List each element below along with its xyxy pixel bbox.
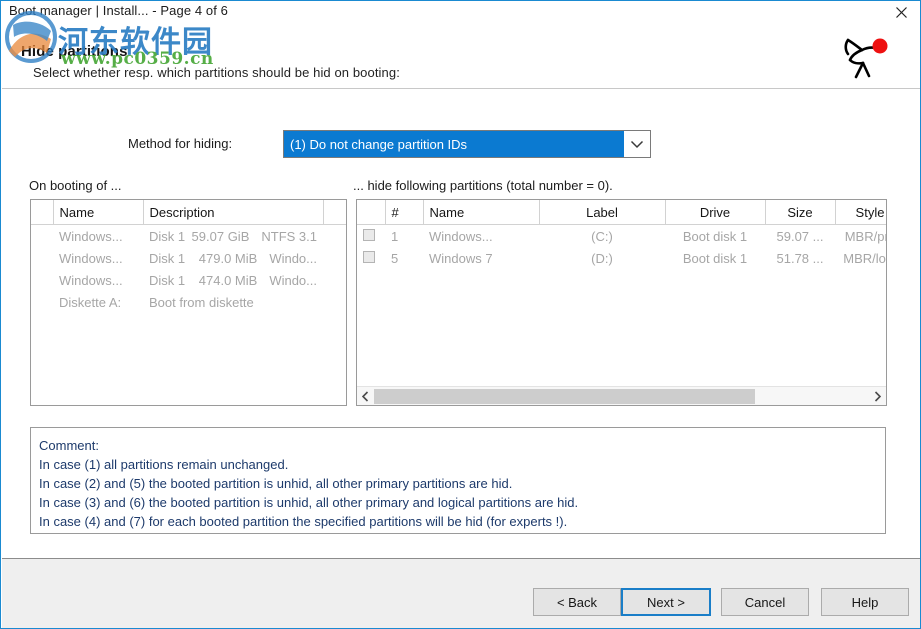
table-row[interactable]: Windows... Disk 1 479.0 MiB Windo... xyxy=(31,247,346,269)
comment-box: Comment: In case (1) all partitions rema… xyxy=(30,427,886,534)
footer-bar: < Back Next > Cancel Help xyxy=(2,558,920,628)
boot-source-table: Name Description Windows... Disk 1 59.07… xyxy=(31,200,346,313)
stick-figure-with-red-ball-logo xyxy=(836,29,892,83)
cell-size: 51.78 ... xyxy=(776,250,824,266)
column-header-description[interactable]: Description xyxy=(143,200,324,225)
right-panel-caption: ... hide following partitions (total num… xyxy=(353,178,613,193)
boot-source-list[interactable]: Name Description Windows... Disk 1 59.07… xyxy=(30,199,347,406)
cell-name: Diskette A: xyxy=(59,294,122,310)
row-checkbox-cell[interactable] xyxy=(357,247,385,269)
scrollbar-track[interactable] xyxy=(374,388,869,405)
cell-number: 5 xyxy=(391,250,399,266)
comment-line: In case (1) all partitions remain unchan… xyxy=(39,457,289,472)
cell-description: Disk 1 474.0 MiB Windo... xyxy=(143,269,323,291)
scrollbar-thumb[interactable] xyxy=(374,388,756,404)
column-header-gutter[interactable] xyxy=(31,200,54,225)
cancel-button[interactable]: Cancel xyxy=(721,588,809,616)
title-bar: Boot manager | Install... - Page 4 of 6 xyxy=(1,1,920,23)
cell-name: Windows 7 xyxy=(429,250,493,266)
table-row[interactable]: 5 Windows 7 (D:) Boot disk 1 51.78 ... M… xyxy=(357,247,886,269)
table-header-row: # Name Label Drive Size Style Partition … xyxy=(357,200,886,225)
window-title: Boot manager | Install... - Page 4 of 6 xyxy=(9,3,229,18)
cell-description: Disk 1 59.07 GiB NTFS 3.1 xyxy=(143,225,323,248)
column-header-drive[interactable]: Drive xyxy=(665,200,766,225)
cell-disk: Boot from diskette xyxy=(149,294,254,310)
table-header-row: Name Description xyxy=(31,200,346,225)
column-header-number[interactable]: # xyxy=(385,200,424,225)
comment-line: In case (2) and (5) the booted partition… xyxy=(39,476,513,491)
cell-disk: Disk 1 xyxy=(149,250,186,266)
cell-filesystem: Windo... xyxy=(269,272,317,288)
column-header-name[interactable]: Name xyxy=(423,200,540,225)
close-button[interactable] xyxy=(882,1,920,23)
row-checkbox[interactable] xyxy=(363,250,375,263)
table-row[interactable]: 1 Windows... (C:) Boot disk 1 59.07 ... … xyxy=(357,225,886,248)
row-checkbox-cell[interactable] xyxy=(357,225,385,248)
cell-size: 474.0 MiB xyxy=(198,272,258,288)
close-icon xyxy=(895,6,908,19)
table-row[interactable]: Windows... Disk 1 474.0 MiB Windo... xyxy=(31,269,346,291)
table-row[interactable]: Windows... Disk 1 59.07 GiB NTFS 3.1 xyxy=(31,225,346,248)
back-button[interactable]: < Back xyxy=(533,588,621,616)
left-panel-caption: On booting of ... xyxy=(29,178,122,193)
table-row[interactable]: Diskette A: Boot from diskette xyxy=(31,291,346,313)
cell-description: Boot from diskette xyxy=(143,291,323,313)
cell-name: Windows... xyxy=(59,250,123,266)
row-checkbox[interactable] xyxy=(363,228,375,241)
column-header-checkbox[interactable] xyxy=(357,200,386,225)
method-label: Method for hiding: xyxy=(128,136,233,151)
header-band: Hide partitions Select whether resp. whi… xyxy=(2,23,920,89)
page-title: Hide partitions xyxy=(21,43,128,60)
cell-disk: Disk 1 xyxy=(149,228,186,244)
cell-description: Disk 1 479.0 MiB Windo... xyxy=(143,247,323,269)
cell-name: Windows... xyxy=(59,272,123,288)
cell-number: 1 xyxy=(391,228,399,244)
cell-style: MBR/pri. xyxy=(844,228,886,244)
help-button[interactable]: Help xyxy=(821,588,909,616)
method-selected-value: (1) Do not change partition IDs xyxy=(284,131,624,157)
cell-disk: Disk 1 xyxy=(149,272,186,288)
column-header-size[interactable]: Size xyxy=(765,200,836,225)
comment-heading: Comment: xyxy=(39,438,99,453)
horizontal-scrollbar[interactable] xyxy=(357,386,886,405)
cell-style: MBR/log. xyxy=(843,250,886,266)
next-button[interactable]: Next > xyxy=(621,588,711,616)
red-ball-icon xyxy=(872,38,888,54)
cell-filesystem: NTFS 3.1 xyxy=(261,228,317,244)
hide-partitions-table: # Name Label Drive Size Style Partition … xyxy=(357,200,886,270)
cell-drive: Boot disk 1 xyxy=(682,250,748,266)
cell-label: (D:) xyxy=(591,250,613,266)
column-header-label[interactable]: Label xyxy=(539,200,666,225)
hide-partitions-rows: 1 Windows... (C:) Boot disk 1 59.07 ... … xyxy=(357,225,886,270)
column-header-style[interactable]: Style xyxy=(835,200,886,225)
cell-label: (C:) xyxy=(591,228,613,244)
cell-name: Windows... xyxy=(59,228,123,244)
method-dropdown[interactable]: (1) Do not change partition IDs xyxy=(283,130,651,158)
cell-name: Windows... xyxy=(429,228,493,244)
cell-size: 59.07 GiB xyxy=(191,228,250,244)
page-subtitle: Select whether resp. which partitions sh… xyxy=(33,65,400,80)
cell-size: 59.07 ... xyxy=(776,228,824,244)
comment-line: In case (4) and (7) for each booted part… xyxy=(39,514,568,529)
comment-line: In case (3) and (6) the booted partition… xyxy=(39,495,579,510)
cell-size: 479.0 MiB xyxy=(198,250,258,266)
column-header-end[interactable] xyxy=(323,200,346,225)
column-header-name[interactable]: Name xyxy=(53,200,144,225)
boot-source-rows: Windows... Disk 1 59.07 GiB NTFS 3.1 Win… xyxy=(31,225,346,314)
hide-partitions-list[interactable]: # Name Label Drive Size Style Partition … xyxy=(356,199,887,406)
chevron-left-icon[interactable] xyxy=(357,388,374,405)
chevron-down-icon[interactable] xyxy=(624,131,650,157)
cell-filesystem: Windo... xyxy=(269,250,317,266)
chevron-right-icon[interactable] xyxy=(869,388,886,405)
cell-drive: Boot disk 1 xyxy=(682,228,748,244)
wizard-window: Boot manager | Install... - Page 4 of 6 … xyxy=(0,0,921,629)
